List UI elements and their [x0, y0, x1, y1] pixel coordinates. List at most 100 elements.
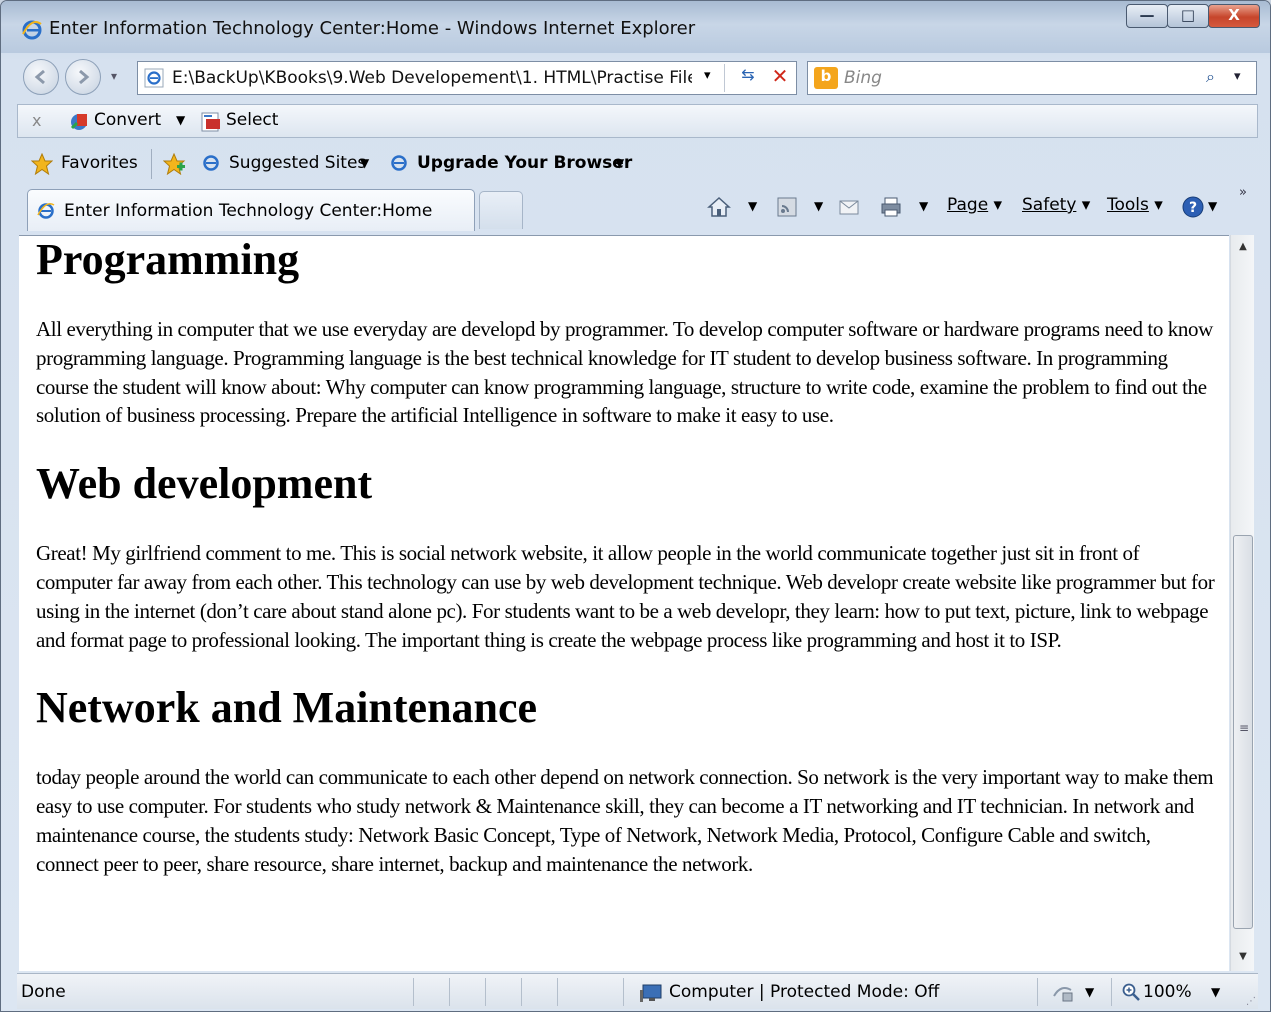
popup-blocker-icon[interactable] — [1051, 982, 1075, 1004]
section-heading-programming: Programming — [36, 235, 300, 284]
status-divider — [521, 978, 522, 1006]
status-divider — [1111, 978, 1112, 1006]
scrollbar-grip-icon: ≡ — [1239, 721, 1250, 735]
section-body-web-development: Great! My girlfriend comment to me. This… — [36, 541, 1215, 652]
section-heading-web-development: Web development — [36, 459, 373, 509]
favorites-divider — [151, 149, 152, 179]
scrollbar-thumb[interactable]: ≡ — [1233, 535, 1253, 929]
section-heading-network-maintenance: Network and Maintenance — [36, 683, 538, 733]
browser-window: Enter Information Technology Center:Home… — [0, 0, 1271, 1012]
help-dropdown-icon[interactable]: ▼ — [1208, 199, 1217, 213]
popup-blocker-dropdown-icon[interactable]: ▼ — [1085, 985, 1094, 999]
back-arrow-icon — [34, 69, 45, 85]
ie-logo-icon — [22, 20, 42, 40]
upgrade-browser-link[interactable]: Upgrade Your Browser — [417, 153, 632, 173]
computer-zone-icon — [640, 984, 662, 1002]
favorites-bar: Favorites Suggested Sites ▼ Upgrade Your… — [17, 141, 1258, 185]
page-document: Programming All everything in computer t… — [36, 236, 1216, 909]
search-icon[interactable]: ⌕ — [1206, 67, 1215, 87]
status-divider — [449, 978, 450, 1006]
zoom-icon[interactable] — [1121, 982, 1141, 1002]
page-menu-label: Page — [947, 195, 989, 215]
close-toolbar-icon[interactable]: x — [32, 111, 41, 130]
favorites-button[interactable]: Favorites — [61, 153, 138, 173]
tab-title: Enter Information Technology Center:Home — [64, 201, 433, 221]
feeds-icon[interactable] — [775, 195, 799, 219]
add-to-favorites-icon[interactable] — [163, 153, 187, 175]
minimize-button[interactable]: — — [1126, 4, 1168, 28]
title-bar[interactable]: Enter Information Technology Center:Home… — [1, 1, 1270, 53]
ie-page-icon — [391, 155, 407, 171]
page-content: Programming All everything in computer t… — [19, 235, 1229, 971]
safety-menu-label: Safety — [1022, 195, 1077, 215]
new-tab-button[interactable] — [479, 191, 523, 229]
vertical-scrollbar[interactable]: ▲ ≡ ▼ — [1230, 235, 1254, 971]
convert-dropdown-icon[interactable]: ▼ — [176, 113, 185, 127]
status-divider — [557, 978, 558, 1006]
print-dropdown-icon[interactable]: ▼ — [919, 199, 928, 213]
suggested-sites-dropdown-icon[interactable]: ▼ — [360, 156, 369, 170]
search-options-dropdown-icon[interactable]: ▾ — [1234, 69, 1241, 84]
address-dropdown-icon[interactable]: ▾ — [704, 68, 711, 83]
refresh-button[interactable]: ⇆ — [734, 65, 762, 91]
page-icon — [144, 68, 164, 88]
tools-menu-label: Tools — [1107, 195, 1149, 215]
window-title: Enter Information Technology Center:Home… — [49, 18, 696, 39]
more-commands-chevron-icon[interactable]: » — [1239, 185, 1247, 200]
status-divider — [623, 978, 624, 1006]
mail-icon[interactable] — [837, 195, 861, 219]
suggested-sites-link[interactable]: Suggested Sites — [229, 153, 366, 173]
favorites-star-icon — [31, 153, 53, 175]
address-bar[interactable]: E:\BackUp\KBooks\9.Web Developement\1. H… — [137, 61, 797, 95]
help-icon[interactable]: ? — [1181, 195, 1205, 219]
resize-grip-icon[interactable]: ⋰ — [1246, 996, 1256, 1007]
back-button[interactable] — [23, 59, 59, 95]
select-button[interactable]: Select — [226, 110, 278, 130]
tab-bar: Enter Information Technology Center:Home… — [17, 185, 1258, 233]
status-divider — [485, 978, 486, 1006]
security-zone-text[interactable]: Computer | Protected Mode: Off — [669, 982, 939, 1002]
home-dropdown-icon[interactable]: ▼ — [748, 199, 757, 213]
pdf-addon-toolbar: x Convert ▼ Select — [17, 104, 1258, 138]
maximize-icon: □ — [1180, 6, 1196, 24]
tools-menu[interactable]: Tools ▾ — [1107, 195, 1163, 215]
convert-icon — [70, 114, 87, 130]
close-icon: X — [1228, 6, 1240, 24]
page-menu[interactable]: Page ▾ — [947, 195, 1002, 215]
safety-menu[interactable]: Safety ▾ — [1022, 195, 1090, 215]
select-pdf-icon — [201, 112, 220, 132]
feeds-dropdown-icon[interactable]: ▼ — [814, 199, 823, 213]
forward-arrow-icon — [79, 69, 90, 85]
search-input[interactable]: Bing — [844, 68, 882, 88]
ie-page-icon — [203, 155, 219, 171]
zoom-level[interactable]: 100% — [1143, 982, 1192, 1002]
window-controls: — □ X — [1126, 4, 1260, 28]
scroll-down-arrow-icon[interactable]: ▼ — [1231, 945, 1255, 971]
print-icon[interactable] — [879, 195, 903, 219]
convert-button[interactable]: Convert — [94, 110, 161, 130]
forward-button[interactable] — [65, 59, 101, 95]
status-text: Done — [21, 982, 66, 1002]
svg-text:?: ? — [1189, 200, 1197, 216]
status-divider — [413, 978, 414, 1006]
section-body-programming: All everything in computer that we use e… — [36, 317, 1213, 428]
upgrade-browser-dropdown-icon[interactable]: ▼ — [615, 156, 624, 170]
status-bar: Done Computer | Protected Mode: Off ▼ 10… — [17, 973, 1258, 1009]
search-box[interactable]: b Bing ⌕ ▾ — [807, 61, 1257, 95]
tab-home[interactable]: Enter Information Technology Center:Home — [27, 189, 475, 231]
bing-logo-icon: b — [814, 67, 838, 89]
address-input[interactable]: E:\BackUp\KBooks\9.Web Developement\1. H… — [172, 68, 692, 88]
section-body-network-maintenance: today people around the world can commun… — [36, 765, 1214, 876]
recent-pages-dropdown-icon[interactable]: ▾ — [111, 69, 117, 83]
zoom-dropdown-icon[interactable]: ▼ — [1211, 985, 1220, 999]
ie-page-icon — [37, 202, 55, 219]
minimize-icon: — — [1139, 6, 1155, 24]
home-icon[interactable] — [707, 195, 731, 219]
scroll-up-arrow-icon[interactable]: ▲ — [1231, 235, 1255, 261]
address-divider — [724, 64, 725, 92]
close-button[interactable]: X — [1208, 4, 1260, 28]
navigation-bar: ▾ E:\BackUp\KBooks\9.Web Developement\1.… — [1, 53, 1270, 101]
stop-button[interactable]: ✕ — [766, 64, 794, 92]
status-divider — [1037, 978, 1038, 1006]
maximize-button[interactable]: □ — [1167, 4, 1209, 28]
